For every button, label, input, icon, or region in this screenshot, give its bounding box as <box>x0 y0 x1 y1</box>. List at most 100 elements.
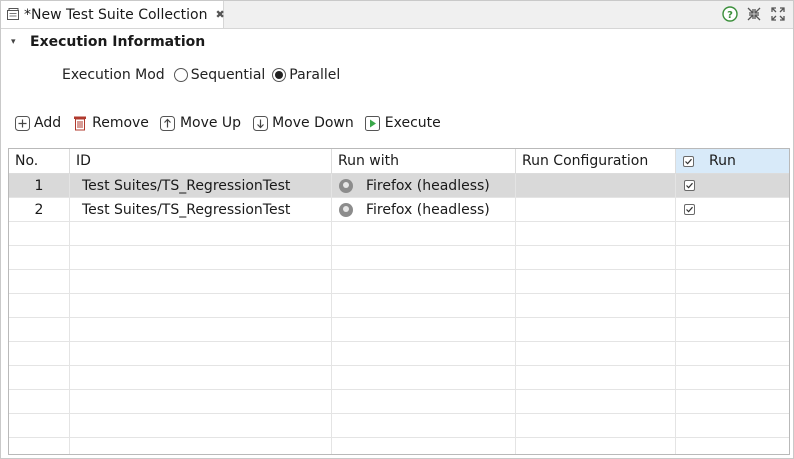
empty-cell <box>516 414 676 437</box>
empty-cell <box>70 294 332 317</box>
window-controls: ? <box>721 5 787 23</box>
empty-cell <box>332 270 516 293</box>
execution-mode-label: Execution Mod <box>62 67 165 83</box>
column-header-run-configuration[interactable]: Run Configuration <box>516 149 676 173</box>
cell-run-configuration[interactable] <box>516 174 676 197</box>
move-down-button[interactable]: Move Down <box>252 115 354 131</box>
empty-cell <box>332 390 516 413</box>
close-icon[interactable]: ✖ <box>215 8 224 21</box>
add-icon <box>14 115 30 131</box>
empty-cell <box>70 246 332 269</box>
minimize-icon[interactable] <box>745 5 763 23</box>
cell-no: 2 <box>9 198 70 221</box>
move-up-button[interactable]: Move Up <box>160 115 241 131</box>
cell-id: Test Suites/TS_RegressionTest <box>70 174 332 197</box>
add-label: Add <box>34 115 62 131</box>
radio-selected-dot <box>275 71 284 79</box>
empty-cell <box>9 318 70 341</box>
empty-cell <box>516 294 676 317</box>
empty-cell <box>516 246 676 269</box>
maximize-icon[interactable] <box>769 5 787 23</box>
firefox-icon <box>339 202 353 217</box>
svg-text:?: ? <box>727 10 733 21</box>
empty-row <box>9 390 789 414</box>
execution-information-section[interactable]: ▾ Execution Information <box>11 34 205 50</box>
cell-no: 1 <box>9 174 70 197</box>
empty-row <box>9 342 789 366</box>
arrow-down-icon <box>252 115 268 131</box>
empty-cell <box>9 414 70 437</box>
empty-cell <box>332 318 516 341</box>
column-header-run[interactable]: Run <box>676 149 789 173</box>
radio-parallel-circle[interactable] <box>272 68 287 82</box>
cell-run[interactable] <box>676 198 789 221</box>
empty-cell <box>332 366 516 389</box>
column-header-id[interactable]: ID <box>70 149 332 173</box>
radio-sequential[interactable]: Sequential <box>173 67 266 83</box>
cell-run[interactable] <box>676 174 789 197</box>
empty-cell <box>332 222 516 245</box>
column-header-run-with[interactable]: Run with <box>332 149 516 173</box>
empty-cell <box>516 318 676 341</box>
empty-row <box>9 318 789 342</box>
table-toolbar: Add Remove Move Up Move Down Execute <box>14 113 452 133</box>
tab-bar: *New Test Suite Collection ✖ ? <box>1 1 793 29</box>
empty-cell <box>70 342 332 365</box>
move-down-label: Move Down <box>272 115 354 131</box>
empty-row <box>9 294 789 318</box>
empty-cell <box>9 438 70 454</box>
empty-cell <box>70 390 332 413</box>
empty-cell <box>332 342 516 365</box>
empty-cell <box>9 246 70 269</box>
empty-cell <box>516 342 676 365</box>
cell-id: Test Suites/TS_RegressionTest <box>70 198 332 221</box>
cell-run-with[interactable]: Firefox (headless) <box>332 174 516 197</box>
run-checkbox[interactable] <box>684 180 695 191</box>
empty-cell <box>332 246 516 269</box>
empty-cell <box>9 366 70 389</box>
empty-row <box>9 222 789 246</box>
empty-cell <box>70 366 332 389</box>
radio-sequential-circle[interactable] <box>173 68 188 82</box>
add-button[interactable]: Add <box>14 115 61 131</box>
empty-cell <box>332 294 516 317</box>
cell-run-configuration[interactable] <box>516 198 676 221</box>
empty-cell <box>516 366 676 389</box>
editor-frame: *New Test Suite Collection ✖ ? ▾ Executi… <box>0 0 794 459</box>
empty-cell <box>70 438 332 454</box>
empty-cell <box>70 270 332 293</box>
radio-parallel[interactable]: Parallel <box>272 67 340 83</box>
trash-icon <box>72 115 88 131</box>
empty-row <box>9 438 789 454</box>
radio-sequential-label: Sequential <box>190 67 266 83</box>
select-all-checkbox[interactable] <box>683 155 694 167</box>
empty-row <box>9 414 789 438</box>
section-title: Execution Information <box>30 34 206 50</box>
play-icon <box>365 115 381 131</box>
column-header-run-with-label: Run with <box>338 153 399 169</box>
remove-button[interactable]: Remove <box>72 115 149 131</box>
help-icon[interactable]: ? <box>721 5 739 23</box>
table-header: No. ID Run with Run Configuration Run <box>9 149 789 174</box>
column-header-run-label: Run <box>709 153 736 169</box>
tab-test-suite-collection[interactable]: *New Test Suite Collection ✖ <box>1 1 225 28</box>
cell-run-with[interactable]: Firefox (headless) <box>332 198 516 221</box>
empty-cell <box>70 318 332 341</box>
collapse-twisty-icon[interactable]: ▾ <box>11 37 23 47</box>
run-checkbox[interactable] <box>684 204 695 215</box>
table-row[interactable]: 2 Test Suites/TS_RegressionTest Firefox … <box>9 198 789 222</box>
empty-cell <box>70 222 332 245</box>
table-row[interactable]: 1 Test Suites/TS_RegressionTest Firefox … <box>9 174 789 198</box>
execute-label: Execute <box>384 115 441 131</box>
execution-mode-row: Execution Mod Sequential Parallel <box>62 67 340 83</box>
test-suite-collection-icon <box>6 7 21 23</box>
column-header-no-label: No. <box>15 153 39 169</box>
execute-button[interactable]: Execute <box>365 115 441 131</box>
empty-cell <box>332 414 516 437</box>
column-header-no[interactable]: No. <box>9 149 70 173</box>
radio-parallel-label: Parallel <box>289 67 341 83</box>
empty-cell <box>9 222 70 245</box>
test-suite-table: No. ID Run with Run Configuration Run 1 … <box>8 148 790 455</box>
empty-cell <box>516 222 676 245</box>
empty-cell <box>9 270 70 293</box>
